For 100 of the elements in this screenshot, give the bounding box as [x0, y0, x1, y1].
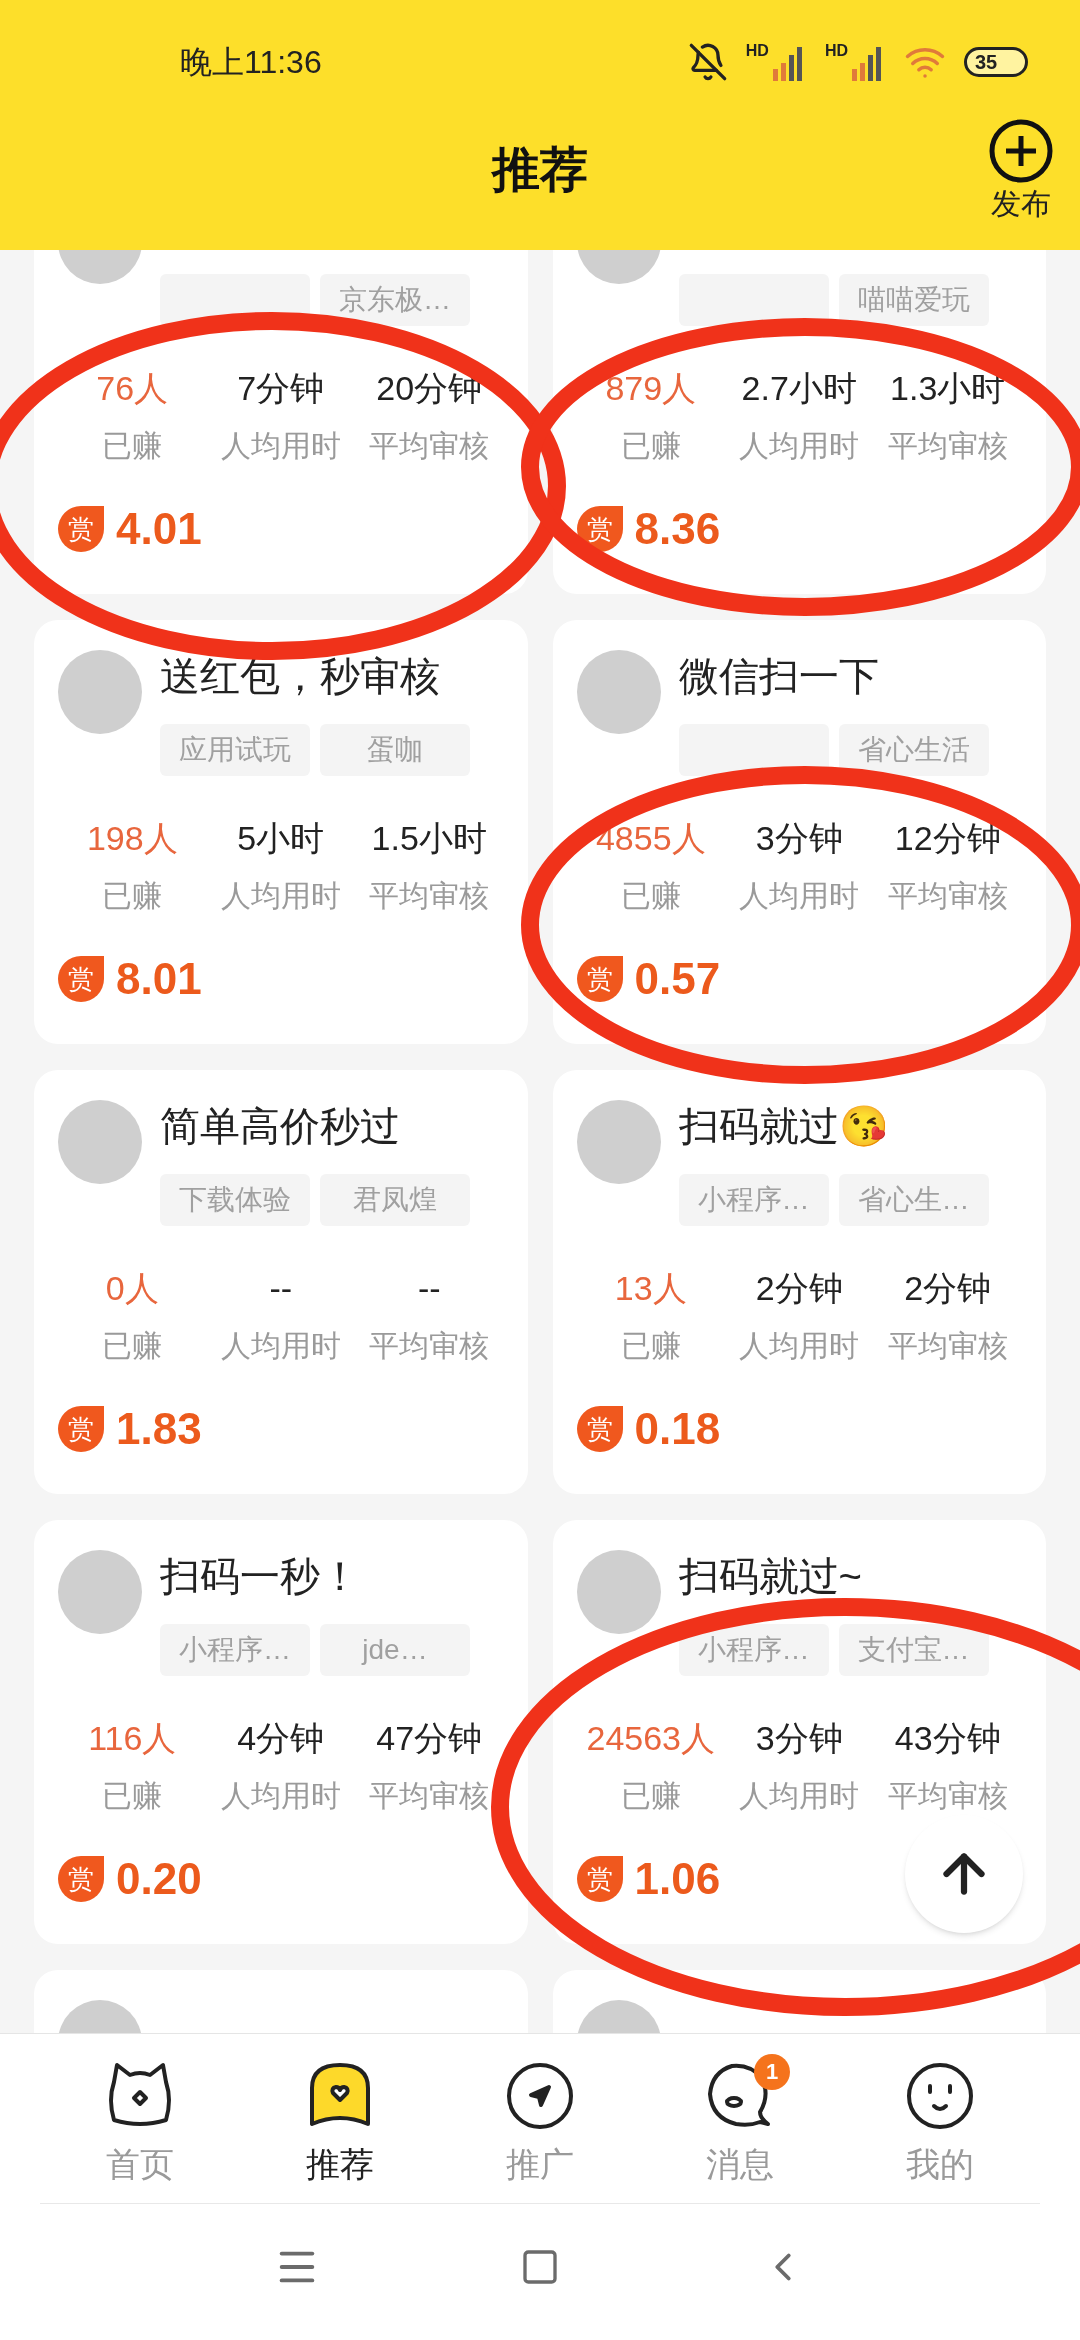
reward-badge: 赏: [576, 956, 623, 1002]
stat-value: 3分钟: [755, 818, 843, 859]
task-card[interactable]: 扫码一秒！ 小程序… jde… 116人 已赚 4分钟 人均用时 47分钟 平均审核 赏 0.20: [34, 1520, 528, 1944]
stat-value: 0人: [105, 1268, 159, 1309]
reward-amount: 1.06: [634, 1854, 721, 1904]
home-square-icon[interactable]: [520, 2247, 560, 2287]
reward-badge: 赏: [58, 506, 104, 552]
stat-value: 5小时: [237, 818, 325, 859]
tag: 京东极…: [320, 274, 470, 326]
task-card[interactable]: 喵喵爱玩 879人 已赚 2.7小时 人均用时 1.3小时 平均审核 赏 8.36: [552, 250, 1046, 594]
task-title: 送红包，秒审核: [160, 653, 441, 700]
stat-label: 平均审核: [369, 1778, 490, 1814]
stat-label: 平均审核: [369, 428, 490, 464]
stat-label: 已赚: [620, 878, 681, 914]
stat-label: 已赚: [102, 878, 163, 914]
stat-value: 2.7小时: [741, 368, 857, 409]
send-circle-icon: [504, 2060, 576, 2132]
reward-amount: 0.57: [634, 954, 721, 1004]
network-type: HD: [745, 43, 769, 59]
task-card[interactable]: 扫码就过~ 小程序… 支付宝… 24563人 已赚 3分钟 人均用时 43分钟 平均审核 赏 1.06: [552, 1520, 1046, 1944]
tag: 君凤煌: [320, 1174, 470, 1226]
reward-badge: 赏: [58, 1406, 104, 1452]
stat-label: 平均审核: [887, 1328, 1008, 1364]
task-card[interactable]: 扫码就过😘 小程序… 省心生… 13人 已赚 2分钟 人均用时 2分钟 平均审核 赏 0.18: [552, 1070, 1046, 1494]
reward-badge: 赏: [58, 1856, 104, 1902]
stat-label: 人均用时: [739, 1328, 860, 1364]
reward-amount: 4.01: [116, 504, 202, 554]
battery-icon: 35: [964, 47, 1028, 77]
stat-label: 已赚: [620, 428, 681, 464]
stat-label: 已赚: [620, 1778, 681, 1814]
status-time: 晚上11:36: [180, 43, 322, 82]
stat-value: 879人: [605, 368, 697, 409]
stat-label: 人均用时: [739, 878, 860, 914]
plus-circle-icon: [988, 118, 1054, 184]
stat-label: 平均审核: [887, 1778, 1008, 1814]
stat-label: 已赚: [102, 1778, 163, 1814]
stat-label: 平均审核: [887, 428, 1008, 464]
reward-amount: 0.18: [634, 1404, 721, 1454]
stat-label: 人均用时: [220, 428, 341, 464]
stat-value: 24563人: [586, 1718, 715, 1759]
stat-value: 198人: [86, 818, 178, 859]
tag: 小程序…: [678, 1174, 829, 1226]
stat-label: 平均审核: [887, 878, 1008, 914]
stat-label: 平均审核: [369, 1328, 490, 1364]
smiley-face-icon: [904, 2060, 976, 2132]
tag: 小程序…: [678, 1624, 829, 1676]
tag: 支付宝…: [838, 1624, 989, 1676]
tag: 喵喵爱玩: [838, 274, 989, 326]
reward-badge: 赏: [576, 1406, 623, 1452]
page-title: 推荐: [492, 142, 588, 198]
tag: jde…: [320, 1624, 470, 1676]
stat-value: 1.5小时: [371, 818, 487, 859]
tag: 下载体验: [160, 1174, 310, 1226]
stat-value: 3分钟: [755, 1718, 843, 1759]
stat-value: --: [417, 1268, 441, 1309]
stat-label: 人均用时: [739, 428, 860, 464]
stat-label: 人均用时: [739, 1778, 860, 1814]
stat-value: 76人: [96, 368, 169, 409]
task-card[interactable]: 送红包，秒审核 应用试玩 蛋咖 198人 已赚 5小时 人均用时 1.5小时 平均审核 赏 8.01: [34, 620, 528, 1044]
stat-value: 12分钟: [894, 818, 1001, 859]
stat-label: 平均审核: [369, 878, 490, 914]
task-title: 扫码一秒！: [160, 1553, 361, 1600]
stat-value: --: [269, 1268, 293, 1309]
stat-label: 已赚: [102, 1328, 163, 1364]
stat-label: 人均用时: [220, 878, 341, 914]
task-card[interactable]: 微信扫一下 省心生活 4855人 已赚 3分钟 人均用时 12分钟 平均审核 赏 0.57: [552, 620, 1046, 1044]
stat-value: 13人: [614, 1268, 687, 1309]
tag: 省心生…: [838, 1174, 989, 1226]
tag: 小程序…: [160, 1624, 310, 1676]
reward-badge: 赏: [58, 956, 104, 1002]
stat-value: 4分钟: [237, 1718, 325, 1759]
stat-label: 人均用时: [220, 1778, 341, 1814]
network-type: HD: [824, 43, 848, 59]
tag: 省心生活: [838, 724, 989, 776]
stat-value: 43分钟: [894, 1718, 1001, 1759]
stat-label: 人均用时: [220, 1328, 341, 1364]
stat-value: 116人: [88, 1718, 177, 1759]
stat-label: 已赚: [620, 1328, 681, 1364]
stat-value: 4855人: [595, 818, 706, 859]
reward-amount: 1.83: [116, 1404, 202, 1454]
reward-badge: 赏: [576, 1856, 623, 1902]
unread-badge: 1: [754, 2054, 790, 2090]
nav-tab[interactable]: 推荐: [240, 2034, 440, 2203]
tag: 应用试玩: [160, 724, 310, 776]
stat-label: 已赚: [102, 428, 163, 464]
task-card[interactable]: 简单高价秒过 下载体验 君凤煌 0人 已赚 -- 人均用时 -- 平均审核 赏 1.83: [34, 1070, 528, 1494]
task-title: 扫码就过~: [678, 1553, 863, 1600]
stat-value: 7分钟: [237, 368, 325, 409]
task-title: 微信扫一下: [678, 653, 880, 700]
stat-value: 2分钟: [904, 1268, 992, 1309]
task-title: 简单高价秒过: [160, 1103, 401, 1150]
publish-button[interactable]: 发布: [988, 118, 1054, 224]
stat-value: 2分钟: [755, 1268, 843, 1309]
reward-amount: 8.01: [116, 954, 202, 1004]
bell-off-icon: [687, 42, 728, 82]
task-title: 扫码就过😘: [678, 1103, 890, 1150]
reward-amount: 0.20: [116, 1854, 202, 1904]
reward-amount: 8.36: [634, 504, 721, 554]
stat-value: 1.3小时: [890, 368, 1006, 409]
stat-value: 47分钟: [376, 1718, 483, 1759]
